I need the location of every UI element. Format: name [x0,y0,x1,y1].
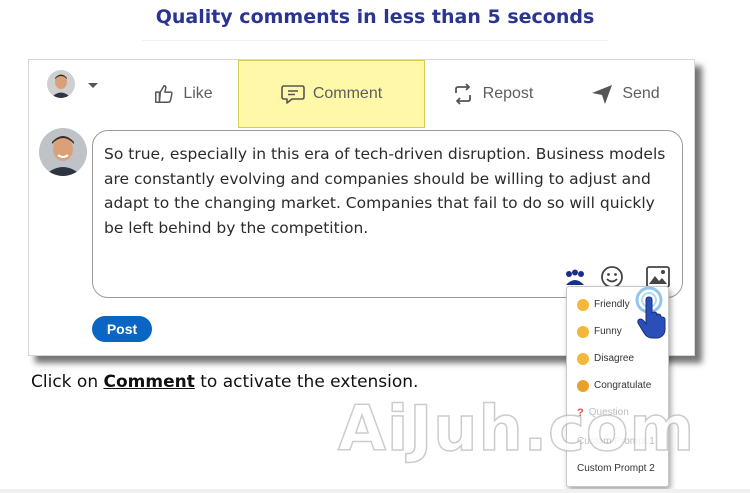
chevron-down-icon[interactable] [87,82,99,90]
ai-extension-icon[interactable] [564,269,586,287]
post-action-bar: Like Comment Repost Send [29,60,694,128]
bottom-divider [0,489,750,493]
like-button[interactable]: Like [129,60,237,128]
menu-item-label: Funny [594,326,622,337]
clapping-hands-icon [577,379,589,392]
repost-icon [454,83,471,105]
watermark: AiJuh.com [337,391,696,466]
instruction-caption: Click on Comment to activate the extensi… [31,372,418,392]
menu-item-disagree[interactable]: Disagree [567,345,668,372]
menu-item-label: Friendly [594,299,630,310]
comment-button[interactable]: Comment [238,60,425,128]
comment-input[interactable]: So true, especially in this era of tech-… [92,130,683,298]
smiley-friendly-icon [577,298,589,311]
caption-text-after: to activate the extension. [194,372,419,392]
send-icon [592,85,613,104]
menu-item-label: Disagree [594,353,635,364]
headline: Quality comments in less than 5 seconds [155,6,595,28]
repost-label: Repost [482,85,534,102]
comment-icon [281,85,305,104]
small-avatar[interactable] [47,70,75,98]
like-label: Like [183,85,213,102]
headline-divider [142,40,608,41]
hand-pointer-icon [635,286,666,339]
comment-text[interactable]: So true, especially in this era of tech-… [104,142,674,240]
send-label: Send [622,85,660,102]
send-button[interactable]: Send [557,60,693,128]
comment-label: Comment [312,85,383,102]
menu-item-label: Congratulate [594,380,652,391]
thumbs-up-icon [155,85,173,103]
caption-keyword: Comment [103,372,195,392]
smiley-disagree-icon [577,352,589,365]
commenter-avatar [39,128,87,176]
repost-button[interactable]: Repost [427,60,557,128]
post-button[interactable]: Post [92,316,152,342]
caption-text-before: Click on [31,372,104,392]
smiley-funny-icon [577,325,589,338]
